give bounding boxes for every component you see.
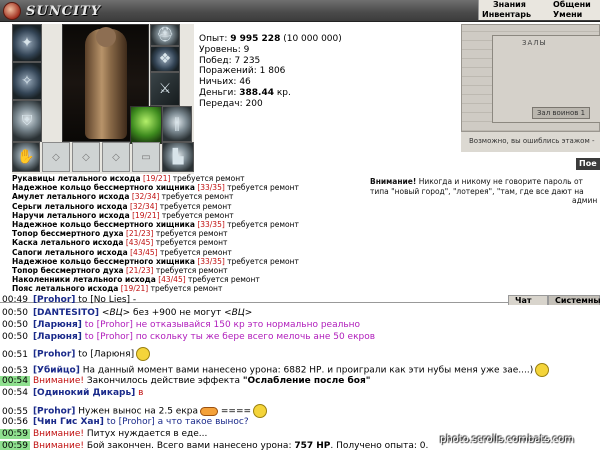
chat-message: 00:51 [Prohor] to [Ларюня] [0,347,600,361]
amulet-icon: ✧ [21,73,33,89]
repair-item: Серьги летального исхода [32/34] требует… [12,201,232,211]
pointing-smiley-icon [200,406,219,416]
chat-nick[interactable]: [Убийцо] [33,366,80,376]
ring-icon: ◇ [112,151,120,163]
gloves-slot[interactable]: ✋ [12,142,40,172]
repair-item: Наручи летального исхода [19/21] требует… [12,210,234,220]
ring-icon: ◇ [52,151,60,163]
leggings-slot[interactable]: ∥ [162,106,192,142]
leggings-icon: ∥ [173,116,181,132]
chat-nick[interactable]: [Ларюня] [33,320,82,330]
nav-communication-link[interactable]: Общени [553,0,591,9]
nav-inventory-link[interactable]: Инвентарь [482,10,531,19]
repair-item: Наколенники летального исхода [43/45] тр… [12,275,260,285]
repair-item: Амулет летального исхода [32/34] требует… [12,192,234,202]
top-bar: SUNCITY Знания Общени Инвентарь Умени [0,0,600,22]
character-head [96,27,116,47]
repair-item: Надежное кольцо бессмертного хищника [33… [12,219,299,229]
helmet-slot[interactable]: ⛑ [150,24,180,46]
bracers-slot[interactable]: ❖ [150,46,180,72]
amulet-slot[interactable]: ✧ [12,62,42,100]
location-note: Возможно, вы ошиблись этажом - [469,137,595,145]
watermark: photo.scrolls.combats.com [440,434,575,445]
repair-item: Сапоги летального исхода [43/45] требует… [12,247,232,257]
chat-nick[interactable]: [Ларюня] [33,332,82,342]
chat-log: 00:49 [Prohor] to [No Lies] - 00:50 [DANTE… [0,295,600,450]
belt-icon: ▭ [141,151,151,163]
location-map: ЗАЛЫ Зал воинов 1 [461,24,600,132]
weapon-slot[interactable]: ⚔ [150,72,180,106]
chat-message: 00:53 [Убийцо] На данный момент вами нане… [0,363,600,377]
repair-item: Топор бессмертного духа [21/23] требуетс… [12,265,228,275]
character-stats: Опыт: 9 995 228 (10 000 000) Уровень: 9 … [199,34,389,110]
stat-money: Деньги: 388.44 кр. [199,87,291,98]
earring-icon: ✦ [21,35,33,51]
top-nav: Знания Общени Инвентарь Умени [478,0,600,20]
chat-nick[interactable]: [Prohor] [33,407,75,417]
chat-message: 00:54 Внимание! Закончилось действие эффе… [0,376,371,386]
location-title: ЗАЛЫ [522,39,547,47]
repair-item: Надежное кольцо бессмертного хищника [33… [12,256,299,266]
chat-message: 00:54 [Одинокий Дикарь] в [2,388,144,398]
belt-slot[interactable]: ▭ [132,142,160,172]
nav-knowledge-link[interactable]: Знания [493,0,526,9]
repair-list: Рукавицы летального исхода [19/21] требу… [12,174,352,293]
boots-icon: ▙ [172,149,184,165]
smiley-icon [136,347,151,361]
suncity-logo-icon [3,2,21,20]
repair-item: Топор бессмертного духа [21/23] требуетс… [12,229,228,239]
location-panel: ЗАЛЫ Зал воинов 1 Возможно, вы ошиблись … [461,24,600,152]
chat-nick[interactable]: [Чин Гис Хан] [33,417,104,427]
armor-slot[interactable]: ⛨ [12,100,42,142]
nav-skills-link[interactable]: Умени [553,10,582,19]
ring-slot-1[interactable]: ◇ [42,142,70,172]
chat-nick[interactable]: [Prohor] [33,295,75,305]
smiley-icon [253,404,268,418]
stat-draws: Ничьих: 46 [199,77,251,88]
repair-item: Каска летального исхода [43/45] требуетс… [12,238,228,248]
stat-losses: Поражений: 1 806 [199,66,286,77]
smiley-icon [535,363,550,377]
ring-icon: ◇ [82,151,90,163]
security-warning: Внимание! Никогда и никому не говорите п… [370,177,598,205]
character-panel: ✦ ✧ ⛨ ⛑ ❖ ⚔ ∥ ✋ ◇ ◇ ◇ ▭ ▙ [12,24,194,174]
helmet-icon: ⛑ [156,27,174,43]
hall-button[interactable]: Зал воинов 1 [532,107,590,119]
bracers-icon: ❖ [158,51,172,67]
stat-wins: Побед: 7 235 [199,55,261,66]
boots-slot[interactable]: ▙ [162,142,194,172]
go-button[interactable]: Пое [576,158,600,170]
armor-icon: ⛨ [21,113,33,129]
stat-transfers: Передач: 200 [199,98,263,109]
chat-message: 00:50 [Ларюня] to [Prohor] по скольку ты … [2,332,376,342]
earrings-slot[interactable]: ✦ [12,24,42,62]
ring-slot-3[interactable]: ◇ [102,142,130,172]
chat-nick[interactable]: [Одинокий Дикарь] [33,388,135,398]
gloves-icon: ✋ [17,149,35,165]
pet-icon[interactable] [130,106,162,144]
chat-message: 00:55 [Prohor] Нужен вынос на 2.5 екра ==… [0,404,600,418]
ring-slot-2[interactable]: ◇ [72,142,100,172]
repair-item: Надежное кольцо бессмертного хищника [33… [12,183,299,193]
axe-icon: ⚔ [158,81,172,97]
repair-item: Рукавицы летального исхода [19/21] требу… [12,174,245,183]
chat-message: 00:56 [Чин Гис Хан] to [Prohor] а что так… [2,417,249,427]
chat-message: 00:50 [Ларюня] to [Prohor] не отказывайся… [2,320,361,330]
chat-nick[interactable]: [Prohor] [33,350,75,360]
chat-message: 00:49 [Prohor] to [No Lies] - [2,295,137,305]
chat-nick[interactable]: [DANTESITO] [33,308,99,318]
chat-message: 00:50 [DANTESITO] <ВЦ> без +900 не могут … [2,308,253,318]
stat-level: Уровень: 9 [199,44,250,55]
stat-experience: Опыт: 9 995 228 (10 000 000) [199,34,342,44]
logo-text: SUNCITY [26,4,101,19]
